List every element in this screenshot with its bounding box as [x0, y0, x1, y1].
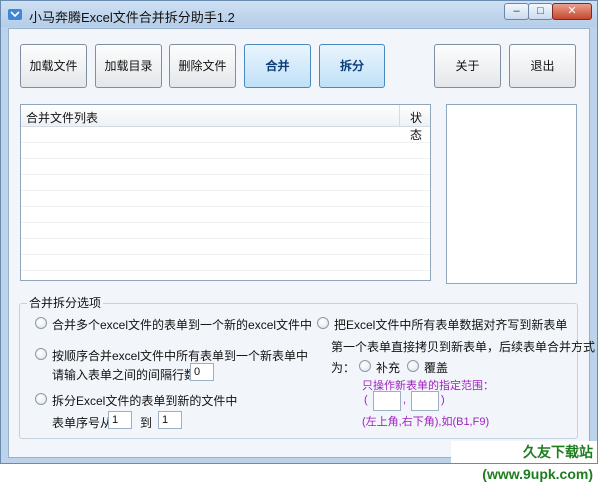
list-row	[21, 271, 430, 280]
list-header: 合并文件列表 状态	[21, 105, 430, 142]
options-group-title: 合并拆分选项	[27, 294, 104, 311]
side-panel[interactable]	[446, 104, 577, 284]
merge-file-list[interactable]: 合并文件列表 状态	[20, 104, 431, 281]
radio-mode-append[interactable]	[359, 360, 371, 372]
mode-append-label[interactable]: 补充	[376, 359, 400, 376]
title-bar[interactable]: 小马奔腾Excel文件合并拆分助手1.2 – □ ✕	[1, 1, 597, 27]
list-row	[21, 207, 430, 223]
watermark-logo: 久友下载站(www.9upk.com)	[451, 441, 597, 482]
list-row	[21, 239, 430, 255]
list-row	[21, 223, 430, 239]
radio-merge-files[interactable]	[35, 317, 47, 329]
sheet-to-label: 到	[140, 416, 153, 430]
interval-rows-label: 请输入表单之间的间隔行数	[52, 368, 197, 382]
delete-files-button[interactable]: 删除文件	[169, 44, 236, 88]
merge-files-label[interactable]: 合并多个excel文件的表单到一个新的excel文件中	[52, 316, 312, 333]
app-icon	[8, 9, 22, 20]
range-close-paren: )	[441, 394, 445, 406]
merge-mode-label: 为：	[331, 361, 356, 375]
radio-mode-overwrite[interactable]	[407, 360, 419, 372]
sheet-from-label: 表单序号从	[52, 416, 113, 430]
merge-button[interactable]: 合并	[244, 44, 311, 88]
about-button[interactable]: 关于	[434, 44, 501, 88]
range-bottom-right-input[interactable]	[411, 391, 439, 411]
sheet-from-input[interactable]: 1	[108, 411, 132, 429]
align-sheets-description: 第一个表单直接拷贝到新表单，后续表单合并方式	[331, 340, 596, 354]
column-divider[interactable]	[399, 105, 400, 126]
radio-split-sheets[interactable]	[35, 393, 47, 405]
list-row	[21, 143, 430, 159]
window-title: 小马奔腾Excel文件合并拆分助手1.2	[29, 10, 235, 25]
list-row	[21, 159, 430, 175]
list-row	[21, 191, 430, 207]
range-comma: ,	[403, 394, 407, 406]
list-row	[21, 255, 430, 271]
radio-merge-sheets-sequential[interactable]	[35, 348, 47, 360]
close-button[interactable]: ✕	[552, 3, 592, 20]
interval-rows-input[interactable]: 0	[190, 363, 214, 381]
maximize-button[interactable]: □	[528, 3, 553, 20]
sheet-to-input[interactable]: 1	[158, 411, 182, 429]
range-example: (左上角,右下角),如(B1,F9)	[362, 416, 490, 428]
list-row	[21, 175, 430, 191]
add-folder-button[interactable]: 加载目录	[95, 44, 162, 88]
add-files-button[interactable]: 加载文件	[20, 44, 87, 88]
app-window: 小马奔腾Excel文件合并拆分助手1.2 – □ ✕ 加载文件 加载目录 删除文…	[0, 0, 598, 482]
mode-overwrite-label[interactable]: 覆盖	[424, 359, 448, 376]
align-sheets-label[interactable]: 把Excel文件中所有表单数据对齐写到新表单	[334, 316, 567, 333]
exit-button[interactable]: 退出	[509, 44, 576, 88]
split-sheets-label[interactable]: 拆分Excel文件的表单到新的文件中	[52, 392, 237, 409]
list-rows[interactable]	[21, 127, 430, 280]
range-open-paren: (	[364, 394, 368, 406]
range-top-left-input[interactable]	[373, 391, 401, 411]
merge-sheets-label[interactable]: 按顺序合并excel文件中所有表单到一个新表单中	[52, 347, 308, 364]
minimize-button[interactable]: –	[504, 3, 529, 20]
list-row	[21, 127, 430, 143]
column-header-files[interactable]: 合并文件列表	[26, 109, 98, 126]
radio-align-sheets[interactable]	[317, 317, 329, 329]
split-button[interactable]: 拆分	[319, 44, 385, 88]
